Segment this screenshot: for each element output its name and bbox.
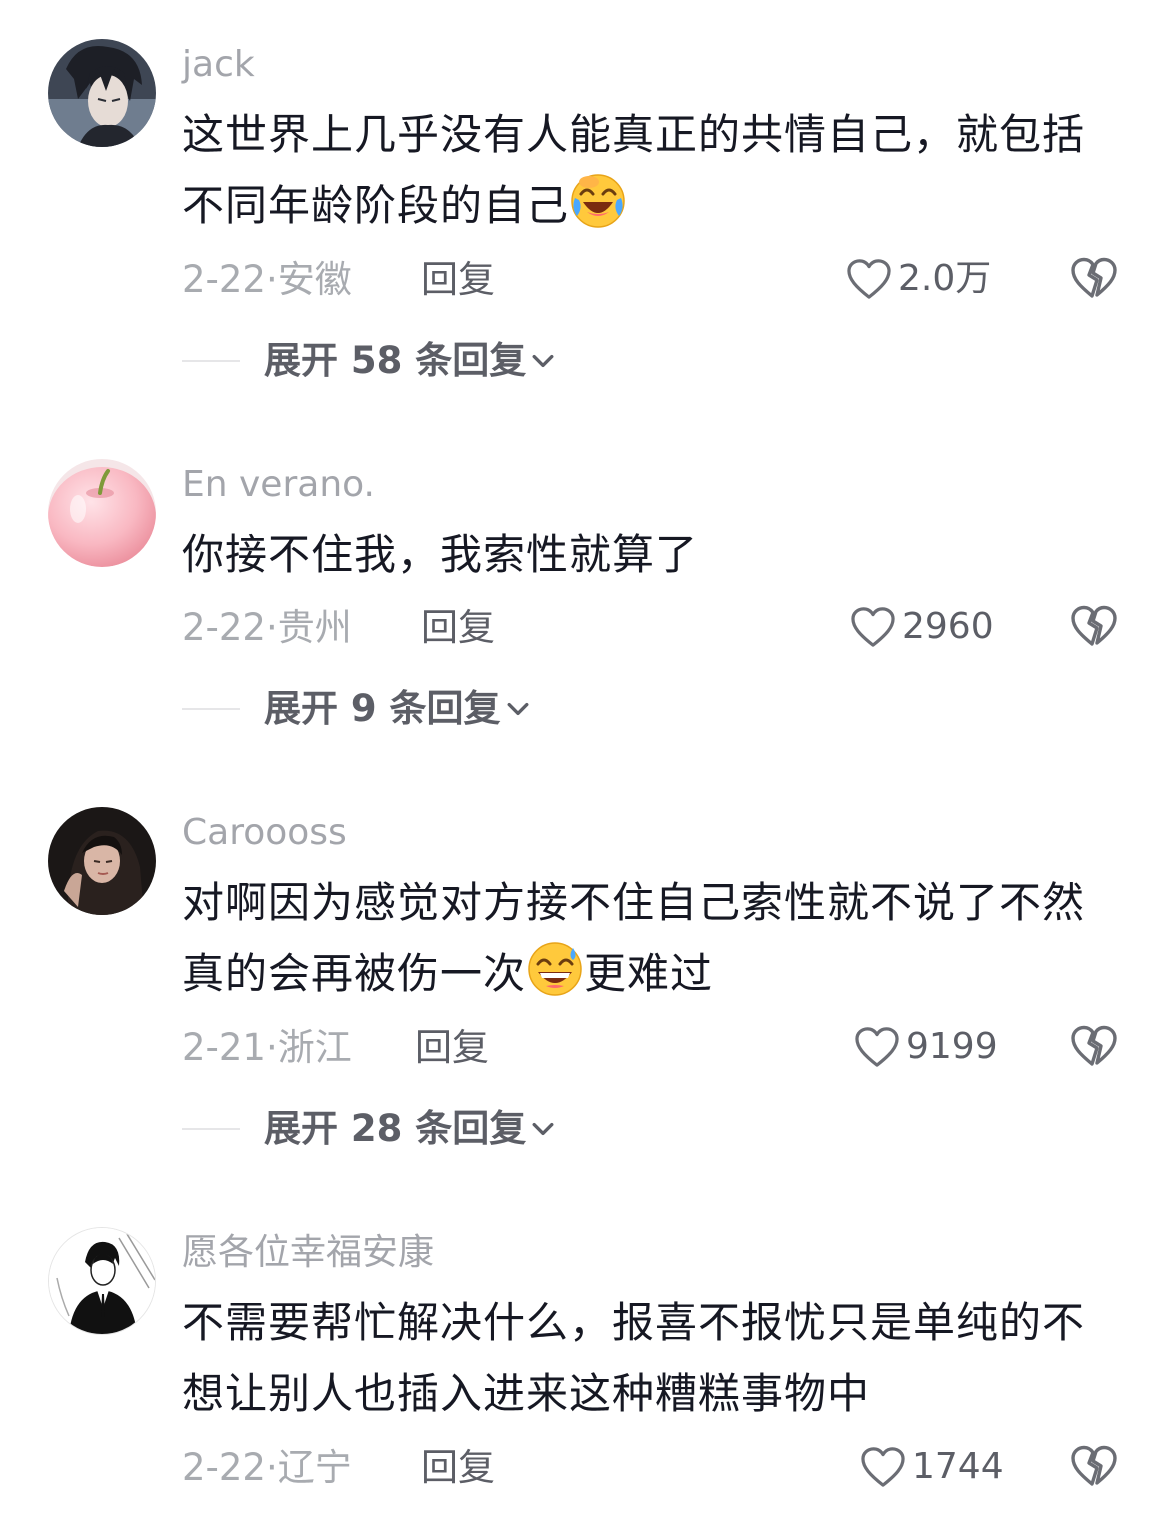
- chevron-down-icon: [532, 353, 554, 369]
- comment-text-line: 不同年龄阶段的自己: [182, 170, 1122, 241]
- broken-heart-icon: [1070, 604, 1118, 650]
- comment-text: 这世界上几乎没有人能真正的共情自己，就包括 不同年龄阶段的自己: [182, 99, 1122, 241]
- broken-heart-icon: [1070, 1444, 1118, 1490]
- avatar[interactable]: [48, 39, 156, 147]
- comment-date: 2-22: [182, 258, 266, 301]
- reply-button[interactable]: 回复: [415, 1026, 489, 1070]
- comment-text: 对啊因为感觉对方接不住自己索性就不说了不然 真的会再被伤一次 更难过: [182, 867, 1122, 1009]
- meta-separator: ·: [265, 258, 278, 301]
- avatar[interactable]: [48, 1227, 156, 1335]
- comment-meta: 2-22·辽宁: [182, 1446, 352, 1490]
- comment-text-line: 真的会再被伤一次 更难过: [182, 938, 1122, 1009]
- comment-text: 你接不住我，我索性就算了: [182, 519, 1122, 590]
- divider-line: [182, 360, 240, 362]
- comment-text-segment: 真的会再被伤一次: [182, 949, 527, 998]
- dislike-button[interactable]: [1070, 604, 1120, 652]
- like-count: 2.0万: [898, 258, 992, 299]
- comment-text-segment: 更难过: [584, 949, 714, 998]
- comment-location: 贵州: [277, 606, 352, 649]
- like-button[interactable]: 2960: [850, 605, 994, 649]
- comment-text-line: 这世界上几乎没有人能真正的共情自己，就包括: [182, 110, 1086, 159]
- dislike-button[interactable]: [1070, 1444, 1120, 1492]
- comment-date: 2-22: [182, 1446, 266, 1489]
- chevron-down-icon: [532, 1121, 554, 1137]
- dislike-button[interactable]: [1070, 256, 1120, 304]
- chevron-down-icon: [507, 701, 529, 717]
- reply-button[interactable]: 回复: [421, 1446, 495, 1490]
- broken-heart-icon: [1070, 256, 1118, 302]
- comment-location: 安徽: [277, 258, 352, 301]
- comment-text-line: 你接不住我，我索性就算了: [182, 530, 699, 579]
- reply-button[interactable]: 回复: [421, 606, 495, 650]
- comment-date: 2-22: [182, 606, 266, 649]
- divider-line: [182, 708, 240, 710]
- comment-meta: 2-22·贵州: [182, 606, 352, 650]
- expand-replies-label: 展开 28 条回复: [264, 1107, 527, 1150]
- crying-laughing-emoji-icon: [569, 172, 627, 230]
- like-count: 9199: [906, 1026, 998, 1067]
- comment-text-line: 不需要帮忙解决什么，报喜不报忧只是单纯的不: [182, 1298, 1086, 1347]
- meta-separator: ·: [265, 606, 278, 649]
- comment-text: 不需要帮忙解决什么，报喜不报忧只是单纯的不 想让别人也插入进来这种糟糕事物中: [182, 1287, 1122, 1429]
- expand-replies-button[interactable]: 展开 9 条回复: [182, 687, 529, 731]
- meta-separator: ·: [265, 1026, 278, 1069]
- comment-text-segment: 不同年龄阶段的自己: [182, 181, 570, 230]
- like-button[interactable]: 9199: [854, 1025, 998, 1069]
- avatar[interactable]: [48, 807, 156, 915]
- heart-outline-icon: [850, 606, 896, 648]
- username[interactable]: Caroooss: [182, 811, 347, 855]
- heart-outline-icon: [860, 1446, 906, 1488]
- avatar[interactable]: [48, 459, 156, 567]
- expand-replies-button[interactable]: 展开 58 条回复: [182, 339, 554, 383]
- username[interactable]: jack: [182, 43, 255, 87]
- heart-outline-icon: [854, 1026, 900, 1068]
- comment-location: 浙江: [277, 1026, 352, 1069]
- comment-text-line: 对啊因为感觉对方接不住自己索性就不说了不然: [182, 878, 1086, 927]
- divider-line: [182, 1128, 240, 1130]
- like-count: 1744: [912, 1446, 1004, 1487]
- username[interactable]: 愿各位幸福安康: [182, 1231, 434, 1275]
- grinning-sweat-emoji-icon: [526, 940, 584, 998]
- comment-location: 辽宁: [277, 1446, 352, 1489]
- dislike-button[interactable]: [1070, 1024, 1120, 1072]
- expand-replies-button[interactable]: 展开 28 条回复: [182, 1107, 554, 1151]
- expand-replies-label: 展开 9 条回复: [264, 687, 501, 730]
- comment-text-line: 想让别人也插入进来这种糟糕事物中: [182, 1369, 871, 1418]
- reply-button[interactable]: 回复: [421, 258, 495, 302]
- like-button[interactable]: 1744: [860, 1445, 1004, 1489]
- heart-outline-icon: [846, 258, 892, 300]
- username[interactable]: En verano.: [182, 463, 375, 507]
- like-count: 2960: [902, 606, 994, 647]
- comment-date: 2-21: [182, 1026, 266, 1069]
- like-button[interactable]: 2.0万: [846, 257, 991, 301]
- comment-meta: 2-21·浙江: [182, 1026, 352, 1070]
- broken-heart-icon: [1070, 1024, 1118, 1070]
- expand-replies-label: 展开 58 条回复: [264, 339, 527, 382]
- comment-meta: 2-22·安徽: [182, 258, 352, 302]
- meta-separator: ·: [265, 1446, 278, 1489]
